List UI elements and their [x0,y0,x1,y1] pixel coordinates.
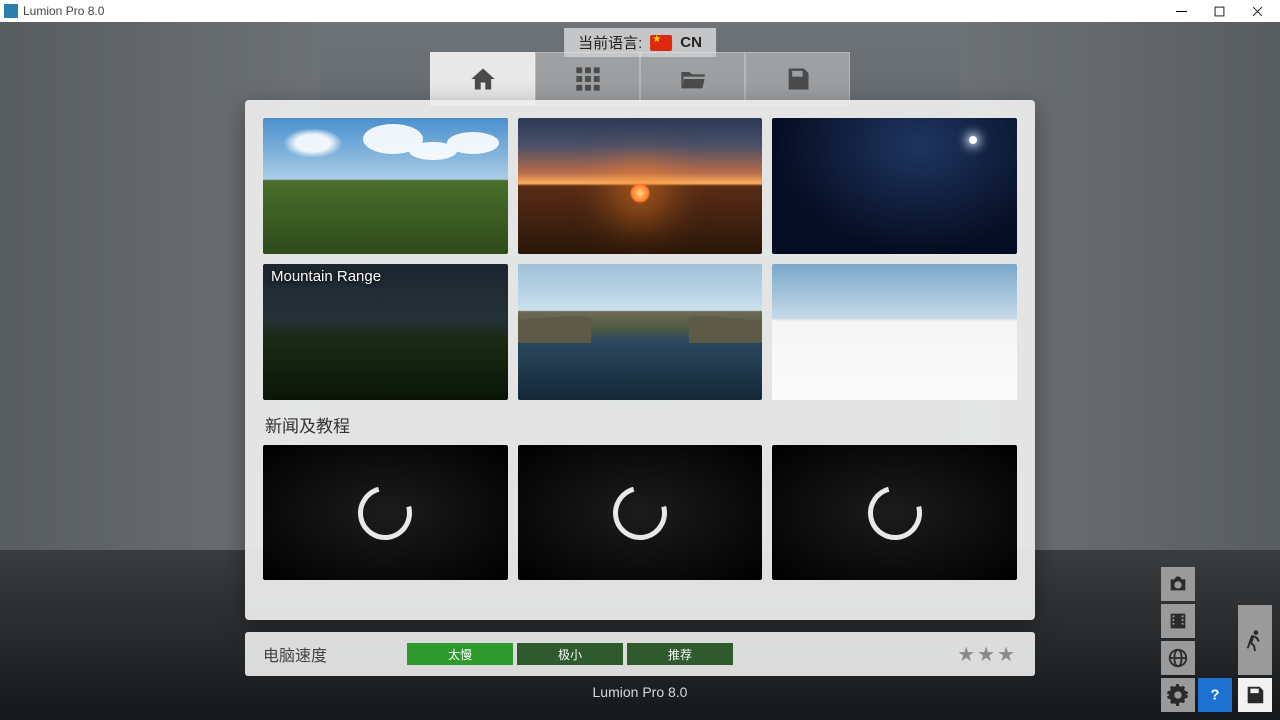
tool-settings[interactable] [1161,678,1195,712]
app-icon [4,4,18,18]
news-item[interactable] [263,445,508,580]
save-icon [1244,684,1266,706]
scene-mountain-range[interactable]: Mountain Range [263,264,508,400]
tool-walk-mode[interactable] [1238,605,1272,675]
news-item[interactable] [518,445,763,580]
side-toolbars: ? [1161,567,1272,712]
main-tabs [430,52,850,106]
pedestrian-icon [1244,629,1266,651]
scene-night[interactable] [772,118,1017,254]
window-minimize-button[interactable] [1162,0,1200,22]
benchmark-segments: 太慢 极小 推荐 [407,643,943,665]
gear-icon [1167,684,1189,706]
svg-text:?: ? [1211,688,1220,704]
window-close-button[interactable] [1238,0,1276,22]
flag-cn-icon [650,35,672,51]
scene-grid: Mountain Range [263,118,1017,400]
loading-spinner-icon [858,476,932,550]
start-panel: Mountain Range 新闻及教程 [245,100,1035,620]
tab-open[interactable] [640,52,745,106]
tab-templates[interactable] [535,52,640,106]
benchmark-label: 电脑速度 [263,642,393,666]
tool-save-scene[interactable] [1238,678,1272,712]
title-bar: Lumion Pro 8.0 [0,0,1280,22]
language-label: 当前语言: [578,32,642,53]
news-item[interactable] [772,445,1017,580]
help-icon: ? [1204,684,1226,706]
scene-fjord[interactable] [518,264,763,400]
globe-icon [1167,647,1189,669]
scene-day[interactable] [263,118,508,254]
tool-help[interactable]: ? [1198,678,1232,712]
footer-version: Lumion Pro 8.0 [0,684,1280,700]
benchmark-bar: 电脑速度 太慢 极小 推荐 ★★★ [245,632,1035,676]
benchmark-seg-too-slow: 太慢 [407,643,513,665]
loading-spinner-icon [348,476,422,550]
loading-spinner-icon [603,476,677,550]
news-section-title: 新闻及教程 [265,412,1017,437]
film-icon [1167,610,1189,632]
save-icon [784,65,812,93]
tab-save[interactable] [745,52,850,106]
camera-icon [1167,573,1189,595]
news-grid [263,445,1017,580]
scene-label: Mountain Range [271,268,381,285]
home-icon [469,65,497,93]
benchmark-seg-minimal: 极小 [517,643,623,665]
benchmark-stars: ★★★ [957,642,1017,667]
scene-white[interactable] [772,264,1017,400]
tool-panorama[interactable] [1161,641,1195,675]
tab-home[interactable] [430,52,535,106]
grid-icon [574,65,602,93]
window-maximize-button[interactable] [1200,0,1238,22]
viewport-backdrop: 当前语言: CN Mountain Range 新闻及教程 [0,22,1280,720]
scene-sunset[interactable] [518,118,763,254]
tool-camera[interactable] [1161,567,1195,601]
folder-open-icon [679,65,707,93]
benchmark-seg-recommend: 推荐 [627,643,733,665]
language-code: CN [680,34,702,51]
app-title: Lumion Pro 8.0 [23,4,104,18]
tool-movie[interactable] [1161,604,1195,638]
